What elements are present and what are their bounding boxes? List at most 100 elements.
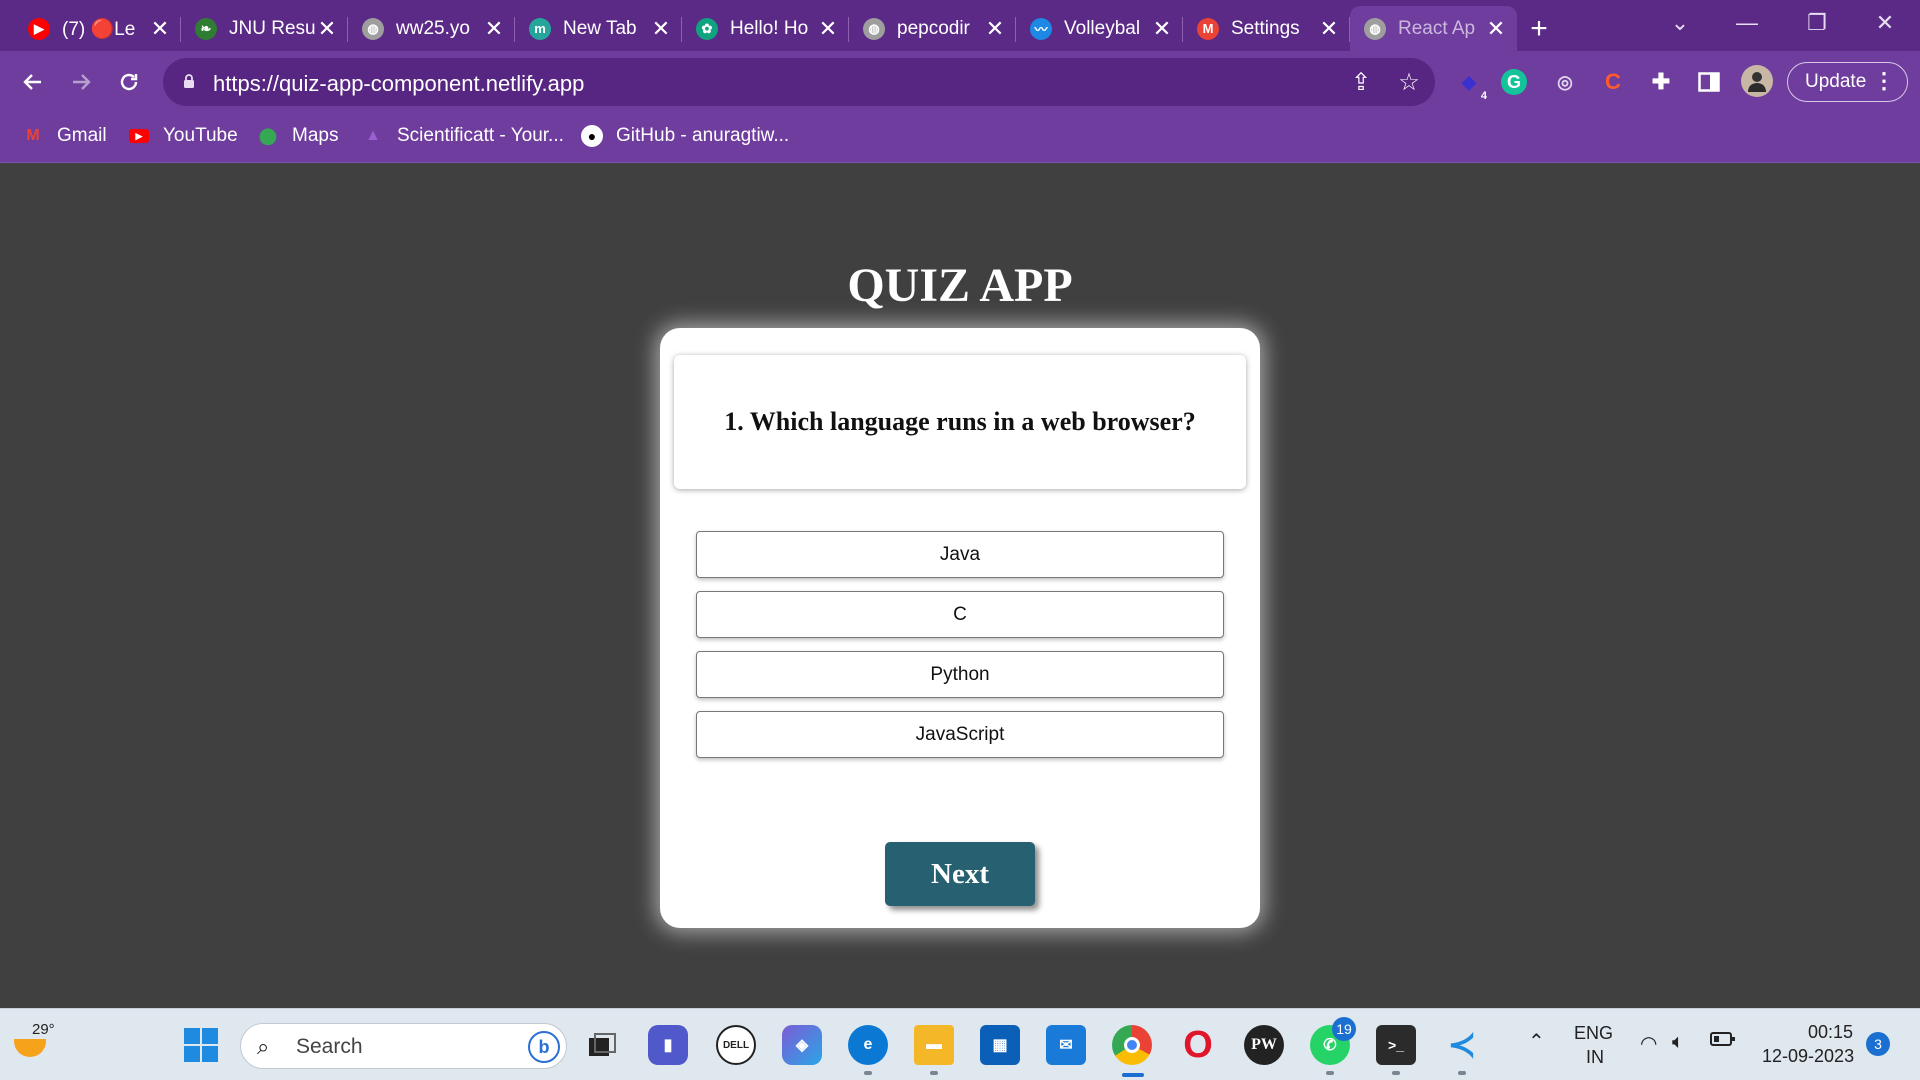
side-panel-icon[interactable] [1693,66,1725,98]
close-tab-icon[interactable]: ✕ [149,17,171,40]
youtube-icon: ▶ [28,17,50,40]
volume-icon[interactable]: 🔈︎ [1672,1031,1684,1054]
close-window-button[interactable]: ✕ [1850,0,1920,45]
microsoft-store-icon[interactable]: ▦ [980,1025,1020,1065]
answer-option-javascript[interactable]: JavaScript [696,711,1224,758]
wave-icon: 〰 [1030,17,1052,40]
forward-button[interactable] [62,63,100,101]
tab-title: ww25.yo [396,17,470,39]
m-icon: m [529,17,551,40]
new-tab-button[interactable]: + [1517,6,1561,51]
whatsapp-badge: 19 [1332,1017,1356,1041]
close-tab-icon[interactable]: ✕ [650,17,672,40]
browser-tab[interactable]: ❧ JNU Resu ✕ [181,6,348,51]
bookmark-gmail[interactable]: M Gmail [22,125,107,147]
temperature-text: 29° [32,1021,55,1038]
close-tab-icon[interactable]: ✕ [817,17,839,40]
gmail-icon: M [1197,17,1219,40]
mail-icon[interactable]: ✉ [1046,1025,1086,1065]
tab-title: React Ap [1398,17,1476,39]
clock-date[interactable]: 12-09-2023 [1762,1046,1854,1067]
globe-icon: ◍ [1364,17,1386,40]
bookmark-label: Scientificatt - Your... [397,125,564,146]
c-extension-icon[interactable]: C [1597,66,1629,98]
browser-tab[interactable]: ◍ ww25.yo ✕ [348,6,515,51]
bookmark-label: Gmail [57,125,107,146]
answer-option-c[interactable]: C [696,591,1224,638]
browser-tab[interactable]: ✿ Hello! Ho ✕ [682,6,849,51]
back-button[interactable] [14,63,52,101]
bookmark-github[interactable]: ● GitHub - anuragtiw... [581,125,789,147]
share-icon[interactable]: ⇪ [1347,68,1375,96]
extension-diamond-icon[interactable]: ◆ 4 [1453,66,1487,103]
next-button[interactable]: Next [885,842,1035,906]
close-tab-icon[interactable]: ✕ [483,17,505,40]
clock-time[interactable]: 00:15 [1808,1022,1853,1043]
browser-toolbar: https://quiz-app-component.netlify.app ⇪… [0,51,1920,113]
browser-tab[interactable]: ▶ (7) 🔴Le ✕ [14,6,181,51]
notification-badge[interactable]: 3 [1866,1032,1890,1056]
taskbar-search-box[interactable]: ⌕ Search b [240,1023,567,1069]
vscode-icon[interactable]: ≺ [1442,1025,1482,1065]
opera-icon[interactable]: O [1178,1024,1218,1066]
battery-icon[interactable] [1710,1031,1736,1052]
dell-icon[interactable]: DELL [716,1025,756,1065]
page-title: QUIZ APP [847,259,1073,312]
bookmark-maps[interactable]: ⬤ Maps [257,125,338,147]
tab-title: (7) 🔴Le [62,18,136,40]
bookmark-star-icon[interactable]: ☆ [1395,68,1423,96]
minimize-button[interactable]: — [1712,0,1782,45]
profile-avatar[interactable] [1741,65,1773,97]
answer-option-java[interactable]: Java [696,531,1224,578]
extensions-puzzle-icon[interactable]: ✚ [1645,66,1677,98]
update-label: Update [1805,71,1867,92]
pw-app-icon[interactable]: PW [1244,1025,1284,1065]
teams-chat-icon[interactable]: ▮ [648,1025,688,1065]
reload-icon [120,73,138,91]
close-tab-icon[interactable]: ✕ [316,17,338,40]
tab-title: JNU Resu [229,17,316,39]
language-indicator[interactable]: ENG [1574,1023,1613,1044]
weather-widget[interactable]: 29° [14,1021,55,1065]
question-text: 1. Which language runs in a web browser? [724,407,1196,436]
restore-button[interactable]: ❐ [1782,0,1852,45]
close-tab-icon[interactable]: ✕ [1318,17,1340,40]
quiz-card: 1. Which language runs in a web browser?… [660,328,1260,928]
gmail-icon: M [26,127,40,144]
grammarly-icon[interactable]: G [1501,69,1527,95]
tab-search-chevron-icon[interactable]: ⌄ [1645,0,1715,45]
browser-tab[interactable]: m New Tab ✕ [515,6,682,51]
chrome-icon[interactable] [1112,1025,1152,1065]
show-hidden-icons-chevron-icon[interactable]: ⌃ [1528,1029,1545,1054]
target-extension-icon[interactable]: ◎ [1549,66,1581,98]
tab-title: pepcodir [897,17,970,39]
tab-title: Settings [1231,17,1300,39]
bookmark-youtube[interactable]: ▶ YouTube [128,125,238,147]
file-explorer-icon[interactable]: ▬ [914,1025,954,1065]
edge-icon[interactable]: e [848,1025,888,1065]
wifi-icon[interactable]: ◠ [1640,1031,1657,1056]
reload-button[interactable] [110,63,148,101]
bookmarks-bar: M Gmail ▶ YouTube ⬤ Maps ▲ Scientificatt… [0,113,1920,163]
close-tab-icon[interactable]: ✕ [984,17,1006,40]
tab-title: Volleybal [1064,17,1141,39]
terminal-icon[interactable]: >_ [1376,1025,1416,1065]
browser-tab[interactable]: 〰 Volleybal ✕ [1016,6,1183,51]
update-button[interactable]: Update ⋮ [1787,62,1908,102]
browser-tab[interactable]: ◍ React Ap ✕ [1350,6,1517,51]
close-tab-icon[interactable]: ✕ [1485,17,1507,40]
maps-icon: ⬤ [259,128,277,145]
bookmark-label: Maps [292,125,339,146]
start-button[interactable] [181,1025,221,1065]
answer-option-python[interactable]: Python [696,651,1224,698]
address-bar[interactable]: https://quiz-app-component.netlify.app ⇪… [163,58,1435,106]
bookmark-label: GitHub - anuragtiw... [616,125,790,146]
copilot-icon[interactable]: ◈ [782,1025,822,1065]
close-tab-icon[interactable]: ✕ [1151,17,1173,40]
browser-tab[interactable]: M Settings ✕ [1183,6,1350,51]
bookmark-scientificatt[interactable]: ▲ Scientificatt - Your... [362,125,564,147]
browser-tab[interactable]: ◍ pepcodir ✕ [849,6,1016,51]
task-view-icon[interactable] [582,1025,622,1065]
bing-icon[interactable]: b [528,1031,560,1063]
forward-arrow-icon [73,74,91,90]
